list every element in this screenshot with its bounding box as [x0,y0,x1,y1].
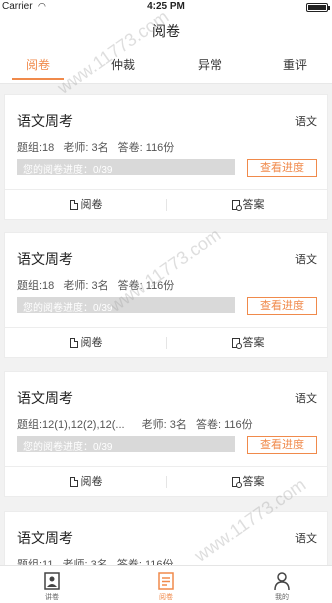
exam-subject: 语文 [295,116,317,128]
progress-text: 您的阅卷进度：0/39 [23,442,113,453]
exam-card[interactable]: 语文周考 语文 题组:18 老师: 3名 答卷: 116份 您的阅卷进度：0/3… [4,94,328,220]
answer-label: 答案 [242,476,265,488]
progress-text: 您的阅卷进度：0/39 [23,303,113,314]
exam-card[interactable]: 语文周考 语文 题组:11 老师: 3名 答卷: 116份 [4,511,328,571]
battery-icon [306,3,330,12]
status-bar: Carrier ◠ 4:25 PM [0,0,332,14]
answer-count: 答卷: 116份 [117,280,175,292]
tabbar-label: 我的 [275,594,289,601]
teacher-count: 老师: 3名 [141,419,187,431]
exam-subject: 语文 [295,254,317,266]
nav-bar: 阅卷 [0,14,332,48]
tab-arbitration[interactable]: 仲裁 [93,48,153,84]
view-progress-button[interactable]: 查看进度 [247,436,317,454]
tab-exception[interactable]: 异常 [180,48,240,84]
tabbar-label: 讲卷 [45,594,59,601]
status-time: 4:25 PM [147,1,185,12]
exam-meta: 题组:12(1),12(2),12(... 老师: 3名 答卷: 116份 [17,416,259,432]
card-actions: 阅卷 答案 [5,328,327,358]
progress-bar: 您的阅卷进度：0/39 [17,297,235,314]
answer-icon [231,477,242,489]
question-groups: 题组:18 [17,142,55,154]
grade-button[interactable]: 阅卷 [5,328,167,358]
tab-grading[interactable]: 阅卷 [8,48,68,84]
progress-bar: 您的阅卷进度：0/39 [17,436,235,453]
exam-meta: 题组:18 老师: 3名 答卷: 116份 [17,139,180,155]
grade-button[interactable]: 阅卷 [5,467,167,497]
teacher-count: 老师: 3名 [63,142,109,154]
sheet-icon [69,477,78,488]
answer-icon [231,338,242,350]
tabbar-label: 阅卷 [159,594,173,601]
exam-meta: 题组:18 老师: 3名 答卷: 116份 [17,277,180,293]
answer-button[interactable]: 答案 [167,467,329,497]
answer-icon [231,200,242,212]
grade-label: 阅卷 [80,476,103,488]
exam-title: 语文周考 [17,113,73,129]
question-groups: 题组:18 [17,280,55,292]
tab-rereview[interactable]: 重评 [265,48,325,84]
grade-label: 阅卷 [80,199,103,211]
card-actions: 阅卷 答案 [5,190,327,220]
exam-title: 语文周考 [17,251,73,267]
page-title: 阅卷 [152,23,180,39]
tab-strip: 阅卷 仲裁 异常 重评 [0,48,332,84]
person-icon [274,572,290,591]
teacher-count: 老师: 3名 [63,280,109,292]
question-groups: 题组:12(1),12(2),12(... [17,419,125,431]
tabbar-item-grading[interactable]: 阅卷 [136,566,196,603]
answer-count: 答卷: 116份 [117,142,175,154]
sheet-icon [69,338,78,349]
lecture-icon [44,572,60,590]
exam-title: 语文周考 [17,530,73,546]
bottom-tab-bar: 讲卷 阅卷 我的 [0,565,332,603]
tabbar-item-profile[interactable]: 我的 [252,566,312,603]
answer-label: 答案 [242,199,265,211]
sheet-icon [69,200,78,211]
view-progress-button[interactable]: 查看进度 [247,159,317,177]
tabbar-item-lecture[interactable]: 讲卷 [22,566,82,603]
grade-button[interactable]: 阅卷 [5,190,167,220]
exam-subject: 语文 [295,393,317,405]
exam-subject: 语文 [295,533,317,545]
answer-count: 答卷: 116份 [195,419,253,431]
answer-button[interactable]: 答案 [167,190,329,220]
exam-card[interactable]: 语文周考 语文 题组:12(1),12(2),12(... 老师: 3名 答卷:… [4,371,328,497]
answer-label: 答案 [242,337,265,349]
card-actions: 阅卷 答案 [5,467,327,497]
answer-button[interactable]: 答案 [167,328,329,358]
progress-bar: 您的阅卷进度：0/39 [17,159,235,176]
grading-icon [158,572,174,590]
progress-text: 您的阅卷进度：0/39 [23,165,113,176]
exam-card[interactable]: 语文周考 语文 题组:18 老师: 3名 答卷: 116份 您的阅卷进度：0/3… [4,232,328,358]
view-progress-button[interactable]: 查看进度 [247,297,317,315]
grade-label: 阅卷 [80,337,103,349]
exam-title: 语文周考 [17,390,73,406]
